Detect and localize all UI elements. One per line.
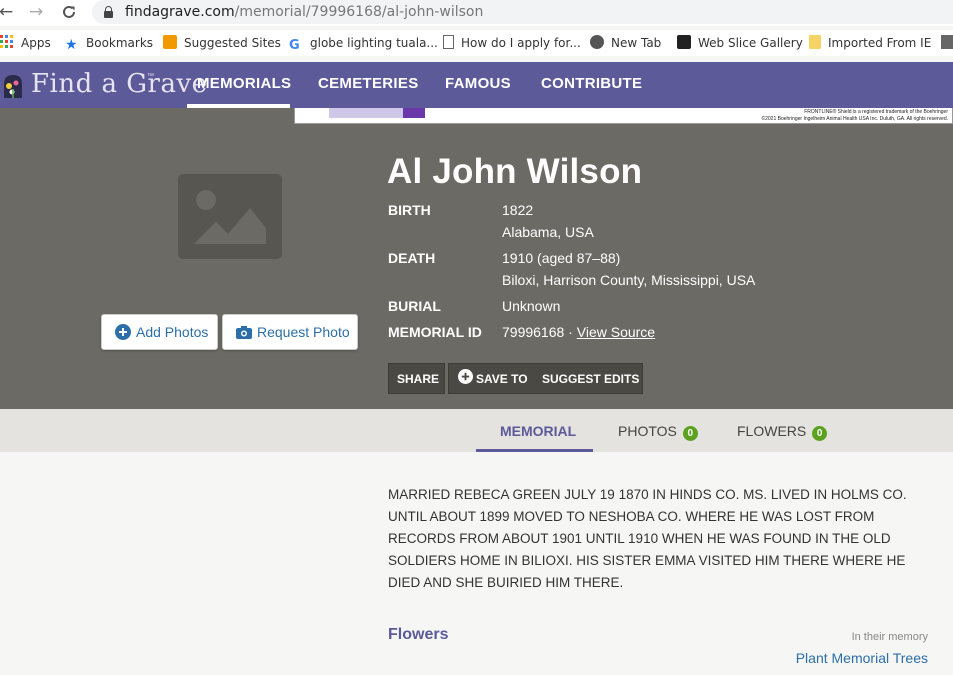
tab-memorial[interactable]: MEMORIAL bbox=[500, 423, 576, 439]
plant-memorial-trees-link[interactable]: Plant Memorial Trees bbox=[796, 650, 928, 666]
bookmark-label: Suggested Sites bbox=[184, 36, 281, 50]
reload-icon[interactable] bbox=[60, 3, 78, 21]
memorial-id-label: MEMORIAL ID bbox=[388, 324, 482, 340]
url-host: findagrave.com bbox=[125, 4, 235, 20]
nav-contribute[interactable]: CONTRIBUTE bbox=[541, 75, 642, 92]
birth-place: Alabama, USA bbox=[502, 224, 594, 240]
memorial-name: Al John Wilson bbox=[387, 152, 643, 191]
ad-logo bbox=[403, 108, 425, 118]
burial-value: Unknown bbox=[502, 298, 561, 314]
ad-copyright: ©2021 Boehringer Ingelheim Animal Health… bbox=[761, 116, 948, 122]
google-g-icon: G bbox=[289, 38, 300, 53]
camera-icon bbox=[236, 326, 252, 339]
bookmarks-bar: Apps ★ Bookmarks Suggested Sites Gglobe l… bbox=[0, 30, 953, 56]
share-button[interactable]: SHARE bbox=[388, 363, 445, 394]
apps-grid-icon bbox=[0, 35, 13, 48]
nav-famous[interactable]: FAMOUS bbox=[445, 75, 511, 92]
globe-icon bbox=[590, 35, 604, 49]
logo-text: Find a Grave bbox=[31, 69, 208, 99]
lock-icon bbox=[104, 6, 113, 18]
suggest-edits-button[interactable]: SUGGEST EDITS bbox=[542, 364, 639, 395]
memorial-header: Add Photos Request Photo Al John Wilson … bbox=[0, 108, 953, 409]
bookmark-label: Bookmarks bbox=[86, 36, 154, 50]
bookmark-label: globe lighting tuala... bbox=[310, 36, 438, 50]
site-nav: Find a Grave ™ MEMORIALS CEMETERIES FAMO… bbox=[0, 62, 953, 108]
nav-cemeteries[interactable]: CEMETERIES bbox=[318, 75, 419, 92]
bookmark-label: Apps bbox=[21, 36, 51, 50]
browser-address-row: ← → findagrave.com/memorial/79996168/al-… bbox=[0, 0, 953, 26]
address-bar[interactable]: findagrave.com/memorial/79996168/al-john… bbox=[92, 0, 953, 24]
url-path: /memorial/79996168/al-john-wilson bbox=[234, 4, 484, 20]
suggested-sites-icon bbox=[163, 35, 177, 49]
burial-label: BURIAL bbox=[388, 298, 441, 314]
in-their-memory-text: In their memory bbox=[851, 631, 928, 643]
bookmark-label: How do I apply for... bbox=[461, 36, 581, 50]
birth-label: BIRTH bbox=[388, 202, 431, 218]
url-text: findagrave.com/memorial/79996168/al-john… bbox=[125, 4, 483, 20]
back-icon[interactable]: ← bbox=[0, 2, 13, 22]
tab-flowers-label: FLOWERS bbox=[737, 423, 807, 439]
birth-date: 1822 bbox=[502, 202, 534, 218]
memorial-id-separator: · bbox=[564, 324, 577, 340]
save-to-button[interactable]: SAVE TO bbox=[476, 364, 528, 395]
biography-text: MARRIED REBECA GREEN JULY 19 1870 IN HIN… bbox=[388, 487, 907, 590]
request-photo-label: Request Photo bbox=[257, 324, 350, 340]
memorial-id-row: 79996168 · View Source bbox=[502, 324, 655, 340]
bookmark-overflow[interactable] bbox=[941, 34, 953, 52]
bookmark-imported-from-ie[interactable]: Imported From IE bbox=[809, 34, 931, 52]
bookmark-globe-lighting[interactable]: Gglobe lighting tuala... bbox=[289, 34, 438, 53]
add-photos-button[interactable]: Add Photos bbox=[101, 314, 218, 350]
tab-photos-label: PHOTOS bbox=[618, 423, 677, 439]
bookmark-bookmarks[interactable]: ★ Bookmarks bbox=[65, 34, 153, 52]
tab-photos[interactable]: PHOTOS 0 bbox=[618, 423, 698, 441]
memorial-tabs: MEMORIAL PHOTOS 0 FLOWERS 0 bbox=[0, 409, 953, 452]
death-date: 1910 (aged 87–88) bbox=[502, 250, 621, 266]
death-place: Biloxi, Harrison County, Mississippi, US… bbox=[502, 272, 756, 288]
ad-banner[interactable]: FRONTLINE® Shield is a registered tradem… bbox=[294, 108, 953, 124]
bookmark-thumbnail-icon bbox=[941, 35, 953, 49]
web-slice-icon bbox=[677, 35, 691, 49]
flowers-count-badge: 0 bbox=[812, 426, 828, 441]
forward-icon[interactable]: → bbox=[29, 2, 43, 22]
tab-flowers[interactable]: FLOWERS 0 bbox=[737, 423, 828, 441]
bookmark-web-slice-gallery[interactable]: Web Slice Gallery bbox=[677, 34, 803, 52]
ad-fine-print: FRONTLINE® Shield is a registered tradem… bbox=[804, 109, 948, 115]
bookmark-apps[interactable]: Apps bbox=[0, 34, 51, 52]
logo-flower-icon bbox=[4, 75, 22, 98]
star-icon: ★ bbox=[65, 37, 78, 53]
bookmark-how-do-i-apply[interactable]: How do I apply for... bbox=[443, 34, 581, 52]
nav-memorials[interactable]: MEMORIALS bbox=[197, 75, 291, 92]
view-source-link[interactable]: View Source bbox=[577, 324, 655, 340]
folder-icon bbox=[809, 35, 821, 49]
tab-active-indicator bbox=[476, 449, 593, 452]
add-photos-label: Add Photos bbox=[136, 324, 209, 340]
logo-trademark: ™ bbox=[147, 73, 154, 80]
bookmark-label: New Tab bbox=[611, 36, 662, 50]
plus-circle-icon bbox=[115, 324, 131, 340]
save-suggest-group: SAVE TO SUGGEST EDITS bbox=[448, 363, 643, 394]
bookmark-label: Imported From IE bbox=[828, 36, 932, 50]
memorial-id-value: 79996168 bbox=[502, 324, 565, 340]
bookmark-new-tab[interactable]: New Tab bbox=[590, 34, 661, 52]
bookmark-suggested-sites[interactable]: Suggested Sites bbox=[163, 34, 281, 52]
image-placeholder-icon bbox=[178, 174, 282, 259]
share-label: SHARE bbox=[397, 372, 440, 386]
flowers-heading: Flowers bbox=[388, 626, 449, 643]
bookmark-label: Web Slice Gallery bbox=[698, 36, 803, 50]
photos-count-badge: 0 bbox=[682, 426, 698, 441]
death-label: DEATH bbox=[388, 250, 436, 266]
request-photo-button[interactable]: Request Photo bbox=[222, 314, 358, 350]
plus-circle-icon bbox=[458, 369, 473, 384]
page-icon bbox=[443, 35, 454, 49]
